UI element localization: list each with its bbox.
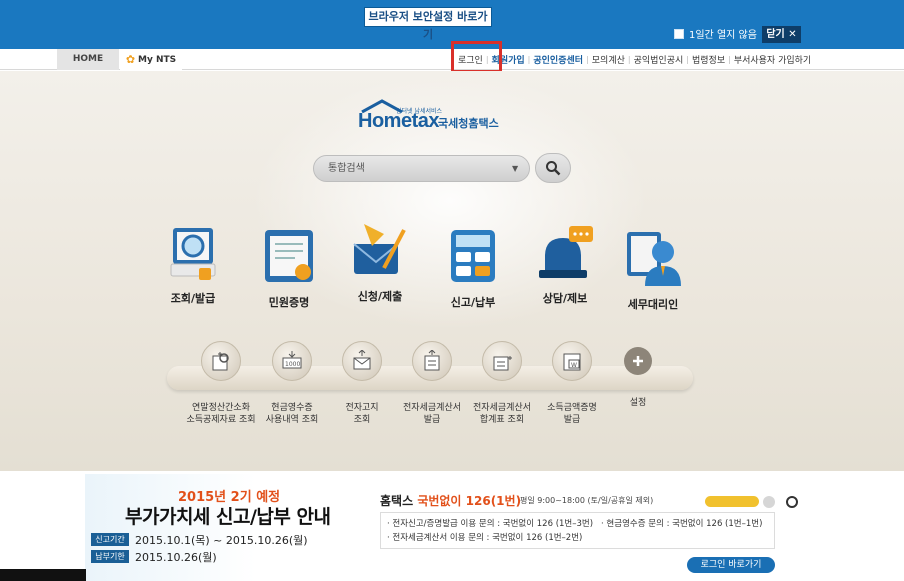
plus-icon <box>624 347 652 375</box>
calculator-icon <box>451 230 495 282</box>
public-corp-disclosure-link[interactable]: 공익법인공시 <box>631 53 687 66</box>
search-button[interactable] <box>535 153 571 183</box>
quick-e-tax-invoice-issue[interactable]: 전자세금계산서 발급 <box>392 341 472 426</box>
quick-year-end-settlement[interactable]: 연말정산간소화 소득공제자료 조회 <box>181 341 261 426</box>
slide-stop-button[interactable] <box>786 496 798 508</box>
quick-cash-receipt[interactable]: 1000 현금영수증 사용내역 조회 <box>252 341 332 426</box>
login-shortcut-button[interactable]: 로그인 바로가기 <box>687 557 775 573</box>
callcenter-title: 홈택스 국번없이 126(1번) <box>380 494 522 508</box>
login-highlight-box <box>451 41 502 73</box>
quick-settings[interactable]: 설정 <box>598 347 678 409</box>
callcenter-info-box: · 전자신고/증명발급 이용 문의 : 국번없이 126 (1번–3번) · 현… <box>380 512 775 549</box>
star-icon: ✿ <box>125 53 136 66</box>
period-chip: 신고기간 <box>91 533 129 546</box>
deadline-chip: 납부기한 <box>91 550 129 563</box>
menu-consult-report[interactable]: 상담/제보 <box>530 222 600 306</box>
svg-text:W: W <box>571 362 577 369</box>
browser-security-button[interactable]: 브라우저 보안설정 바로가기 <box>364 7 492 41</box>
receipt-1000-icon: 1000 <box>272 341 312 381</box>
invoice-icon <box>412 341 452 381</box>
hometax-logo[interactable]: 인터넷 납세서비스 Hometax 국세청홈택스 <box>358 99 508 135</box>
info-line-e-filing: · 전자신고/증명발급 이용 문의 : 국번없이 126 (1번–3번) <box>387 519 594 529</box>
slide-indicator[interactable] <box>763 496 775 508</box>
dept-user-join-link[interactable]: 부서사용자 가입하기 <box>731 53 814 66</box>
slide-indicator-active[interactable] <box>705 496 759 507</box>
search-icon <box>546 161 561 176</box>
tab-my-nts[interactable]: ✿ My NTS <box>120 49 182 70</box>
close-banner-button[interactable]: 닫기 ✕ <box>762 26 801 43</box>
summary-table-icon <box>482 341 522 381</box>
hide-one-day-toggle[interactable]: 1일간 열지 않음 <box>674 26 757 41</box>
quick-e-tax-invoice-summary[interactable]: 전자세금계산서 합계표 조회 <box>462 341 542 426</box>
checkbox[interactable] <box>674 28 684 39</box>
menu-civil-certificate[interactable]: 민원증명 <box>254 226 324 310</box>
certificate-icon <box>265 230 313 282</box>
siren-chat-icon <box>539 226 593 278</box>
mock-calc-link[interactable]: 모의계산 <box>589 53 628 66</box>
mail-icon <box>342 341 382 381</box>
tab-my-nts-label: My NTS <box>138 54 177 65</box>
menu-tax-agent[interactable]: 세무대리인 <box>618 228 688 312</box>
svg-text:1000: 1000 <box>285 361 300 368</box>
chevron-down-icon[interactable]: ▼ <box>512 164 518 173</box>
menu-apply-submit[interactable]: 신청/제출 <box>345 220 415 304</box>
deadline-value: 2015.10.26(월) <box>135 551 217 564</box>
tax-agent-person-icon <box>627 232 681 286</box>
certificate-center-link[interactable]: 공인인증센터 <box>530 53 586 66</box>
document-search-icon <box>201 341 241 381</box>
menu-inquiry-issue[interactable]: 조회/발급 <box>158 222 228 306</box>
quick-e-notice[interactable]: 전자고지 조회 <box>322 341 402 426</box>
law-info-link[interactable]: 법령정보 <box>689 53 728 66</box>
envelope-pencil-icon <box>353 224 406 274</box>
menu-report-payment[interactable]: 신고/납부 <box>438 226 508 310</box>
info-line-e-invoice: · 전자세금계산서 이용 문의 : 국번없이 126 (1번–2번) <box>387 533 583 543</box>
search-input[interactable]: 통합검색 <box>313 155 530 182</box>
info-line-cash-receipt: · 현금영수증 문의 : 국번없이 126 (1번–1번) <box>601 519 763 529</box>
callcenter-hours: 평일 9:00~18:00 (토/일/공휴일 제외) <box>520 496 654 505</box>
vat-title: 부가가치세 신고/납부 안내 <box>125 506 331 528</box>
magnifier-document-icon <box>170 228 216 280</box>
utility-links: 로그인 | 회원가입 | 공인인증센터 | 모의계산 | 공익법인공시 | 법령… <box>455 49 814 70</box>
tab-home[interactable]: HOME <box>57 49 119 70</box>
hide-one-day-label: 1일간 열지 않음 <box>689 30 757 41</box>
certificate-w-icon: W <box>552 341 592 381</box>
period-value: 2015.10.1(목) ~ 2015.10.26(월) <box>135 534 308 547</box>
